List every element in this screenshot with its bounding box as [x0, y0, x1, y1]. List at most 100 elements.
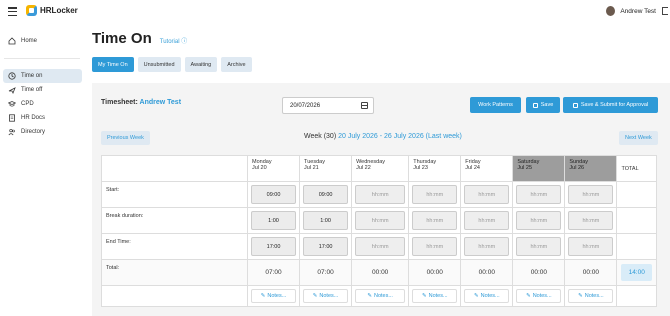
tutorial-label: Tutorial [159, 39, 180, 45]
save-submit-button[interactable]: Save & Submit for Approval [563, 97, 658, 113]
save-label: Save [540, 102, 554, 108]
end-input[interactable]: hh:mm [516, 237, 562, 256]
row-label: End Time: [101, 233, 248, 260]
day-total: 00:00 [426, 268, 443, 276]
date-field[interactable]: 20/07/2026 [282, 97, 374, 114]
empty-total-cell [616, 181, 657, 208]
day-header: Monday Jul 20 [246, 155, 301, 182]
timesheet-grid: Monday Jul 20 Tuesday Jul 21 Wednesday Jul … [101, 155, 657, 307]
break-input[interactable]: hh:mm [516, 211, 562, 230]
pencil-icon: ✎ [367, 293, 372, 299]
date-value: 20/07/2026 [290, 102, 321, 109]
start-input[interactable]: hh:mm [568, 185, 614, 204]
week-heading: Week (30) 20 July 2026 - 26 July 2026 (L… [304, 133, 462, 140]
end-row: End Time: 17:00 17:00 hh:mm hh:mm hh:mm … [101, 233, 657, 260]
notes-button[interactable]: ✎ Notes... [355, 289, 406, 303]
start-row: Start: 09:00 09:00 hh:mm hh:mm hh:mm hh:… [101, 181, 657, 208]
sidebar-item-time-off[interactable]: Time off [0, 83, 84, 97]
start-input[interactable]: hh:mm [516, 185, 562, 204]
user-menu[interactable]: Andrew Test [606, 6, 656, 16]
logout-icon[interactable] [662, 7, 668, 15]
break-input[interactable]: hh:mm [355, 211, 406, 230]
pencil-icon: ✎ [260, 293, 266, 299]
end-input[interactable]: hh:mm [412, 237, 458, 256]
graduation-cap-icon [8, 100, 16, 108]
corner-cell [101, 155, 248, 182]
sidebar-item-label: CPD [21, 101, 34, 107]
break-input[interactable]: hh:mm [464, 211, 510, 230]
main-content: Time On Tutorial ⓘ My Time On Unsubmitte… [84, 26, 670, 316]
start-input[interactable]: 09:00 [303, 185, 349, 204]
top-bar: HRLocker Andrew Test [0, 0, 670, 26]
sidebar-item-home[interactable]: Home [0, 34, 84, 48]
header-row: Monday Jul 20 Tuesday Jul 21 Wednesday Jul … [101, 155, 657, 182]
end-input[interactable]: hh:mm [355, 237, 406, 256]
calendar-icon[interactable] [361, 102, 368, 109]
notes-button[interactable]: ✎ Notes... [568, 289, 614, 303]
tab-archive[interactable]: Archive [221, 57, 252, 72]
tab-my-time-on[interactable]: My Time On [92, 57, 134, 72]
hamburger-menu-icon[interactable] [8, 7, 17, 16]
sidebar-item-time-on[interactable]: Time on [3, 69, 82, 83]
day-total: 00:00 [478, 268, 495, 276]
notes-row: ✎ Notes... ✎ Notes... ✎ Notes... ✎ Notes... … [101, 285, 657, 307]
day-total: 00:00 [530, 268, 547, 276]
start-input[interactable]: hh:mm [355, 185, 406, 204]
day-header: Sunday Jul 26 [564, 155, 618, 182]
logo[interactable]: HRLocker [26, 5, 78, 16]
previous-week-button[interactable]: Previous Week [101, 131, 150, 145]
sidebar-item-hr-docs[interactable]: HR Docs [0, 111, 84, 125]
empty-total-cell [616, 207, 657, 234]
tab-awaiting[interactable]: Awaiting [184, 57, 218, 72]
plane-icon [8, 86, 16, 94]
day-total: 00:00 [582, 268, 600, 276]
total-header: TOTAL [616, 155, 657, 182]
end-input[interactable]: 17:00 [303, 237, 349, 256]
work-patterns-button[interactable]: Work Patterns [470, 97, 521, 113]
break-input[interactable]: hh:mm [412, 211, 458, 230]
document-icon [8, 114, 16, 122]
day-header: Tuesday Jul 21 [299, 155, 353, 182]
next-week-button[interactable]: Next Week [619, 131, 658, 145]
start-input[interactable]: 09:00 [251, 185, 297, 204]
row-label: Total: [101, 259, 248, 286]
day-header: Thursday Jul 23 [408, 155, 462, 182]
notes-button[interactable]: ✎ Notes... [412, 289, 458, 303]
tab-unsubmitted[interactable]: Unsubmitted [137, 57, 181, 72]
break-input[interactable]: 1:00 [303, 211, 349, 230]
save-button[interactable]: Save [526, 97, 560, 113]
empty-total-cell [616, 233, 657, 260]
save-icon [532, 102, 538, 108]
user-name: Andrew Test [620, 7, 656, 15]
notes-button[interactable]: ✎ Notes... [516, 289, 562, 303]
end-input[interactable]: hh:mm [568, 237, 614, 256]
sidebar-divider [4, 58, 80, 59]
tutorial-link[interactable]: Tutorial ⓘ [160, 36, 187, 45]
row-label [101, 285, 248, 307]
sidebar-item-label: Home [21, 38, 38, 44]
logo-mark-icon [26, 5, 37, 16]
break-input[interactable]: hh:mm [568, 211, 614, 230]
pencil-icon: ✎ [526, 293, 531, 299]
timesheet-label: Timesheet: [101, 99, 138, 106]
tab-bar: My Time On Unsubmitted Awaiting Archive [92, 57, 252, 72]
sidebar-item-directory[interactable]: Directory [0, 125, 84, 139]
break-input[interactable]: 1:00 [251, 211, 297, 230]
pencil-icon: ✎ [421, 293, 427, 299]
notes-button[interactable]: ✎ Notes... [303, 289, 349, 303]
week-range: 20 July 2026 - 26 July 2026 (Last week) [338, 133, 462, 140]
notes-button[interactable]: ✎ Notes... [464, 289, 510, 303]
week-number: Week (30) [304, 133, 337, 140]
notes-button[interactable]: ✎ Notes... [251, 289, 297, 303]
start-input[interactable]: hh:mm [412, 185, 458, 204]
end-input[interactable]: hh:mm [464, 237, 510, 256]
people-icon [8, 128, 16, 136]
timesheet-heading: Timesheet: Andrew Test [101, 99, 181, 106]
day-header: Saturday Jul 25 [512, 155, 566, 182]
end-input[interactable]: 17:00 [251, 237, 297, 256]
start-input[interactable]: hh:mm [464, 185, 510, 204]
sidebar-item-cpd[interactable]: CPD [0, 97, 84, 111]
sidebar-item-label: HR Docs [21, 115, 46, 121]
pencil-icon: ✎ [312, 293, 318, 299]
empty-total-cell [616, 285, 657, 307]
